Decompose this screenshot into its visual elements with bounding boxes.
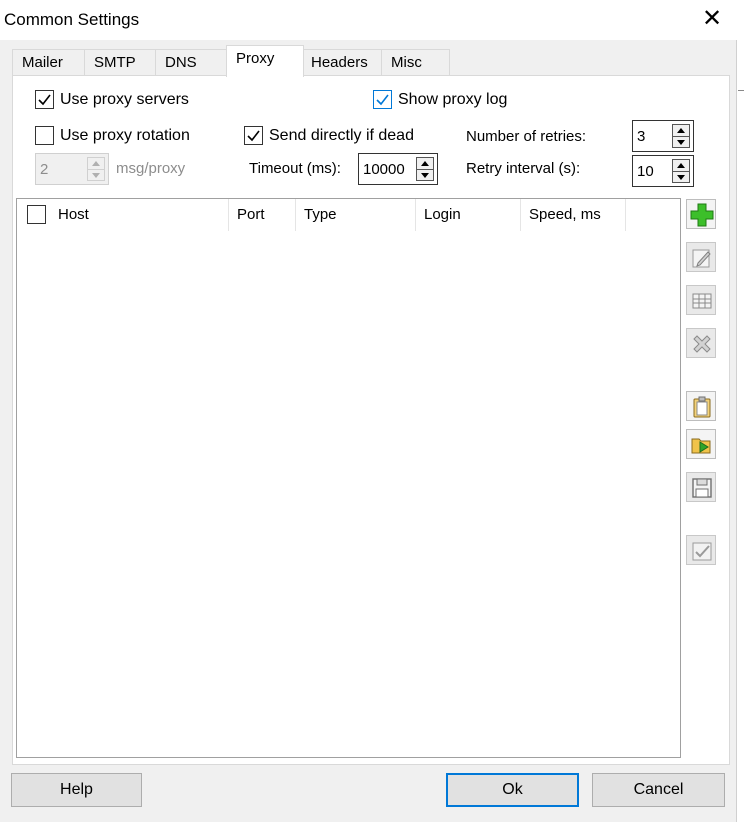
spinner-buttons[interactable] [416, 157, 434, 181]
tab-label: Misc [391, 54, 422, 71]
tab-label: DNS [165, 54, 197, 71]
checkbox-box [373, 90, 392, 109]
spinner-buttons[interactable] [87, 157, 105, 181]
retry-interval-spinner[interactable]: 10 [632, 155, 694, 187]
tab-dns[interactable]: DNS [155, 49, 227, 76]
tab-label: Proxy [236, 50, 275, 67]
column-label: Speed, ms [529, 206, 601, 223]
retry-interval-label: Retry interval (s): [466, 160, 581, 177]
check-mark-icon [38, 94, 51, 106]
tab-smtp[interactable]: SMTP [84, 49, 156, 76]
green-plus-icon [690, 203, 714, 227]
cancel-button[interactable]: Cancel [592, 773, 725, 807]
tab-misc[interactable]: Misc [381, 49, 450, 76]
column-header-speed[interactable]: Speed, ms [521, 199, 626, 231]
column-label: Port [237, 206, 265, 223]
check-mark-icon [376, 94, 389, 106]
checkbox-label: Show proxy log [398, 90, 508, 108]
arrow-down-icon [677, 175, 685, 180]
spinner-value: 10000 [363, 161, 405, 178]
arrow-up-icon [92, 161, 100, 166]
delete-proxy-button[interactable] [686, 328, 716, 358]
import-proxies-button[interactable] [686, 429, 716, 459]
help-button[interactable]: Help [11, 773, 142, 807]
arrow-up-icon [677, 163, 685, 168]
table-grid-icon [692, 293, 712, 309]
clipboard-icon [693, 396, 711, 418]
edit-proxy-button[interactable] [686, 242, 716, 272]
common-settings-dialog: Common Settings ✕ Mailer SMTP DNS Proxy … [0, 0, 737, 822]
number-of-retries-label: Number of retries: [466, 128, 587, 145]
use-proxy-rotation-checkbox[interactable]: Use proxy rotation [35, 126, 190, 145]
column-header-port[interactable]: Port [229, 199, 296, 231]
checkbox-box [35, 90, 54, 109]
delete-x-icon [693, 335, 711, 353]
checkbox-label: Use proxy servers [60, 90, 189, 108]
msg-per-proxy-spinner[interactable]: 2 [35, 153, 109, 185]
arrow-down-icon [92, 173, 100, 178]
spinner-value: 2 [40, 161, 49, 178]
select-all-checkbox[interactable] [27, 205, 46, 224]
proxy-list-button[interactable] [686, 285, 716, 315]
tab-headers[interactable]: Headers [301, 49, 382, 76]
checkmark-icon [692, 542, 712, 561]
background-divider [738, 90, 744, 91]
show-proxy-log-checkbox[interactable]: Show proxy log [373, 90, 507, 109]
tab-label: Mailer [22, 54, 63, 71]
edit-pencil-icon [692, 249, 711, 268]
spinner-value: 3 [637, 128, 646, 145]
spinner-value: 10 [637, 163, 654, 180]
send-directly-if-dead-checkbox[interactable]: Send directly if dead [244, 126, 414, 145]
close-icon[interactable]: ✕ [699, 6, 725, 32]
arrow-up-icon [677, 128, 685, 133]
checkbox-box [35, 126, 54, 145]
column-header-login[interactable]: Login [416, 199, 521, 231]
column-label: Host [58, 206, 89, 223]
tab-label: Headers [311, 54, 368, 71]
paste-proxies-button[interactable] [686, 391, 716, 421]
checkbox-box [244, 126, 263, 145]
column-label: Type [304, 206, 337, 223]
background-window-edge [737, 0, 744, 827]
tab-proxy[interactable]: Proxy [226, 45, 304, 77]
column-label: Login [424, 206, 461, 223]
tab-mailer[interactable]: Mailer [12, 49, 85, 76]
arrow-up-icon [421, 161, 429, 166]
number-of-retries-spinner[interactable]: 3 [632, 120, 694, 152]
spinner-buttons[interactable] [672, 159, 690, 183]
msg-per-proxy-label: msg/proxy [116, 160, 186, 177]
table-header: Host Port Type Login Speed, ms [17, 199, 680, 231]
checkbox-label: Send directly if dead [269, 126, 414, 144]
proxy-table[interactable]: Host Port Type Login Speed, ms [16, 198, 681, 758]
arrow-down-icon [677, 140, 685, 145]
ok-button[interactable]: Ok [446, 773, 579, 807]
tab-label: SMTP [94, 54, 136, 71]
arrow-down-icon [421, 173, 429, 178]
floppy-disk-icon [692, 478, 712, 498]
timeout-label: Timeout (ms): [249, 160, 341, 177]
title-bar: Common Settings ✕ [0, 0, 737, 40]
column-header-type[interactable]: Type [296, 199, 416, 231]
use-proxy-servers-checkbox[interactable]: Use proxy servers [35, 90, 189, 109]
spinner-buttons[interactable] [672, 124, 690, 148]
column-header-host[interactable]: Host [17, 199, 229, 231]
timeout-spinner[interactable]: 10000 [358, 153, 438, 185]
open-folder-icon [691, 438, 711, 454]
window-title: Common Settings [4, 10, 140, 29]
check-proxies-button[interactable] [686, 535, 716, 565]
save-proxies-button[interactable] [686, 472, 716, 502]
checkbox-label: Use proxy rotation [60, 126, 190, 144]
check-mark-icon [247, 130, 260, 142]
add-proxy-button[interactable] [686, 199, 716, 229]
